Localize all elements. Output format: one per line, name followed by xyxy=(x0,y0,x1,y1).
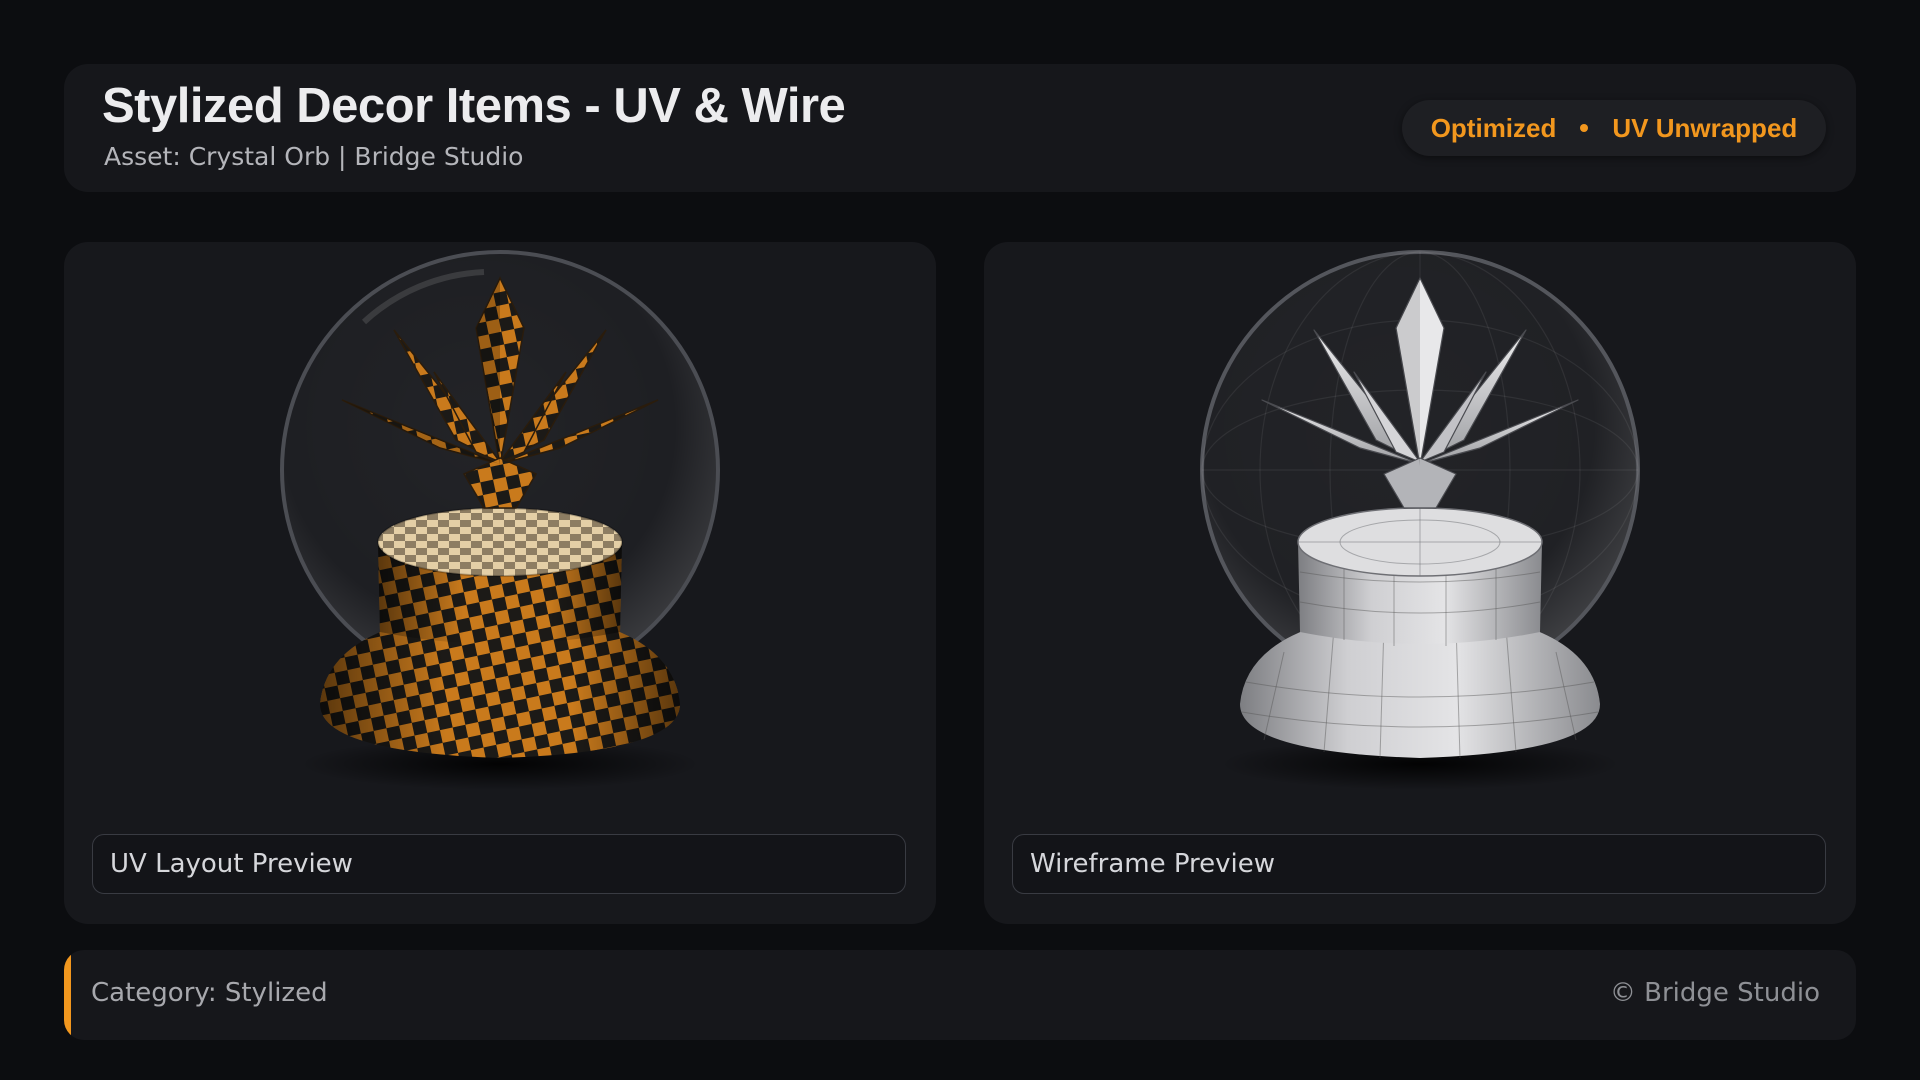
footer-bar: Category: Stylized © Bridge Studio xyxy=(64,950,1856,1040)
copyright-label: © Bridge Studio xyxy=(1609,978,1820,1008)
badge-optimized: Optimized xyxy=(1430,112,1557,143)
footer-accent-bar xyxy=(64,950,71,1040)
category-label: Category: Stylized xyxy=(91,978,328,1008)
wireframe-caption: Wireframe Preview xyxy=(1012,834,1826,894)
uv-layout-caption: UV Layout Preview xyxy=(92,834,906,894)
badge-uv-unwrapped: UV Unwrapped xyxy=(1612,112,1798,143)
badge-separator-dot xyxy=(1580,124,1589,132)
wireframe-preview-card: Wireframe Preview xyxy=(984,242,1856,924)
uv-preview-card: UV Layout Preview xyxy=(64,242,936,924)
page-title: Stylized Decor Items - UV & Wire xyxy=(102,79,846,133)
status-badges: Optimized UV Unwrapped xyxy=(1402,100,1826,156)
asset-subtitle: Asset: Crystal Orb | Bridge Studio xyxy=(104,142,524,171)
header-panel: Stylized Decor Items - UV & Wire Asset: … xyxy=(64,64,1856,192)
wireframe-crystal-orb-render xyxy=(1200,250,1640,790)
uv-crystal-orb-render xyxy=(280,250,720,790)
